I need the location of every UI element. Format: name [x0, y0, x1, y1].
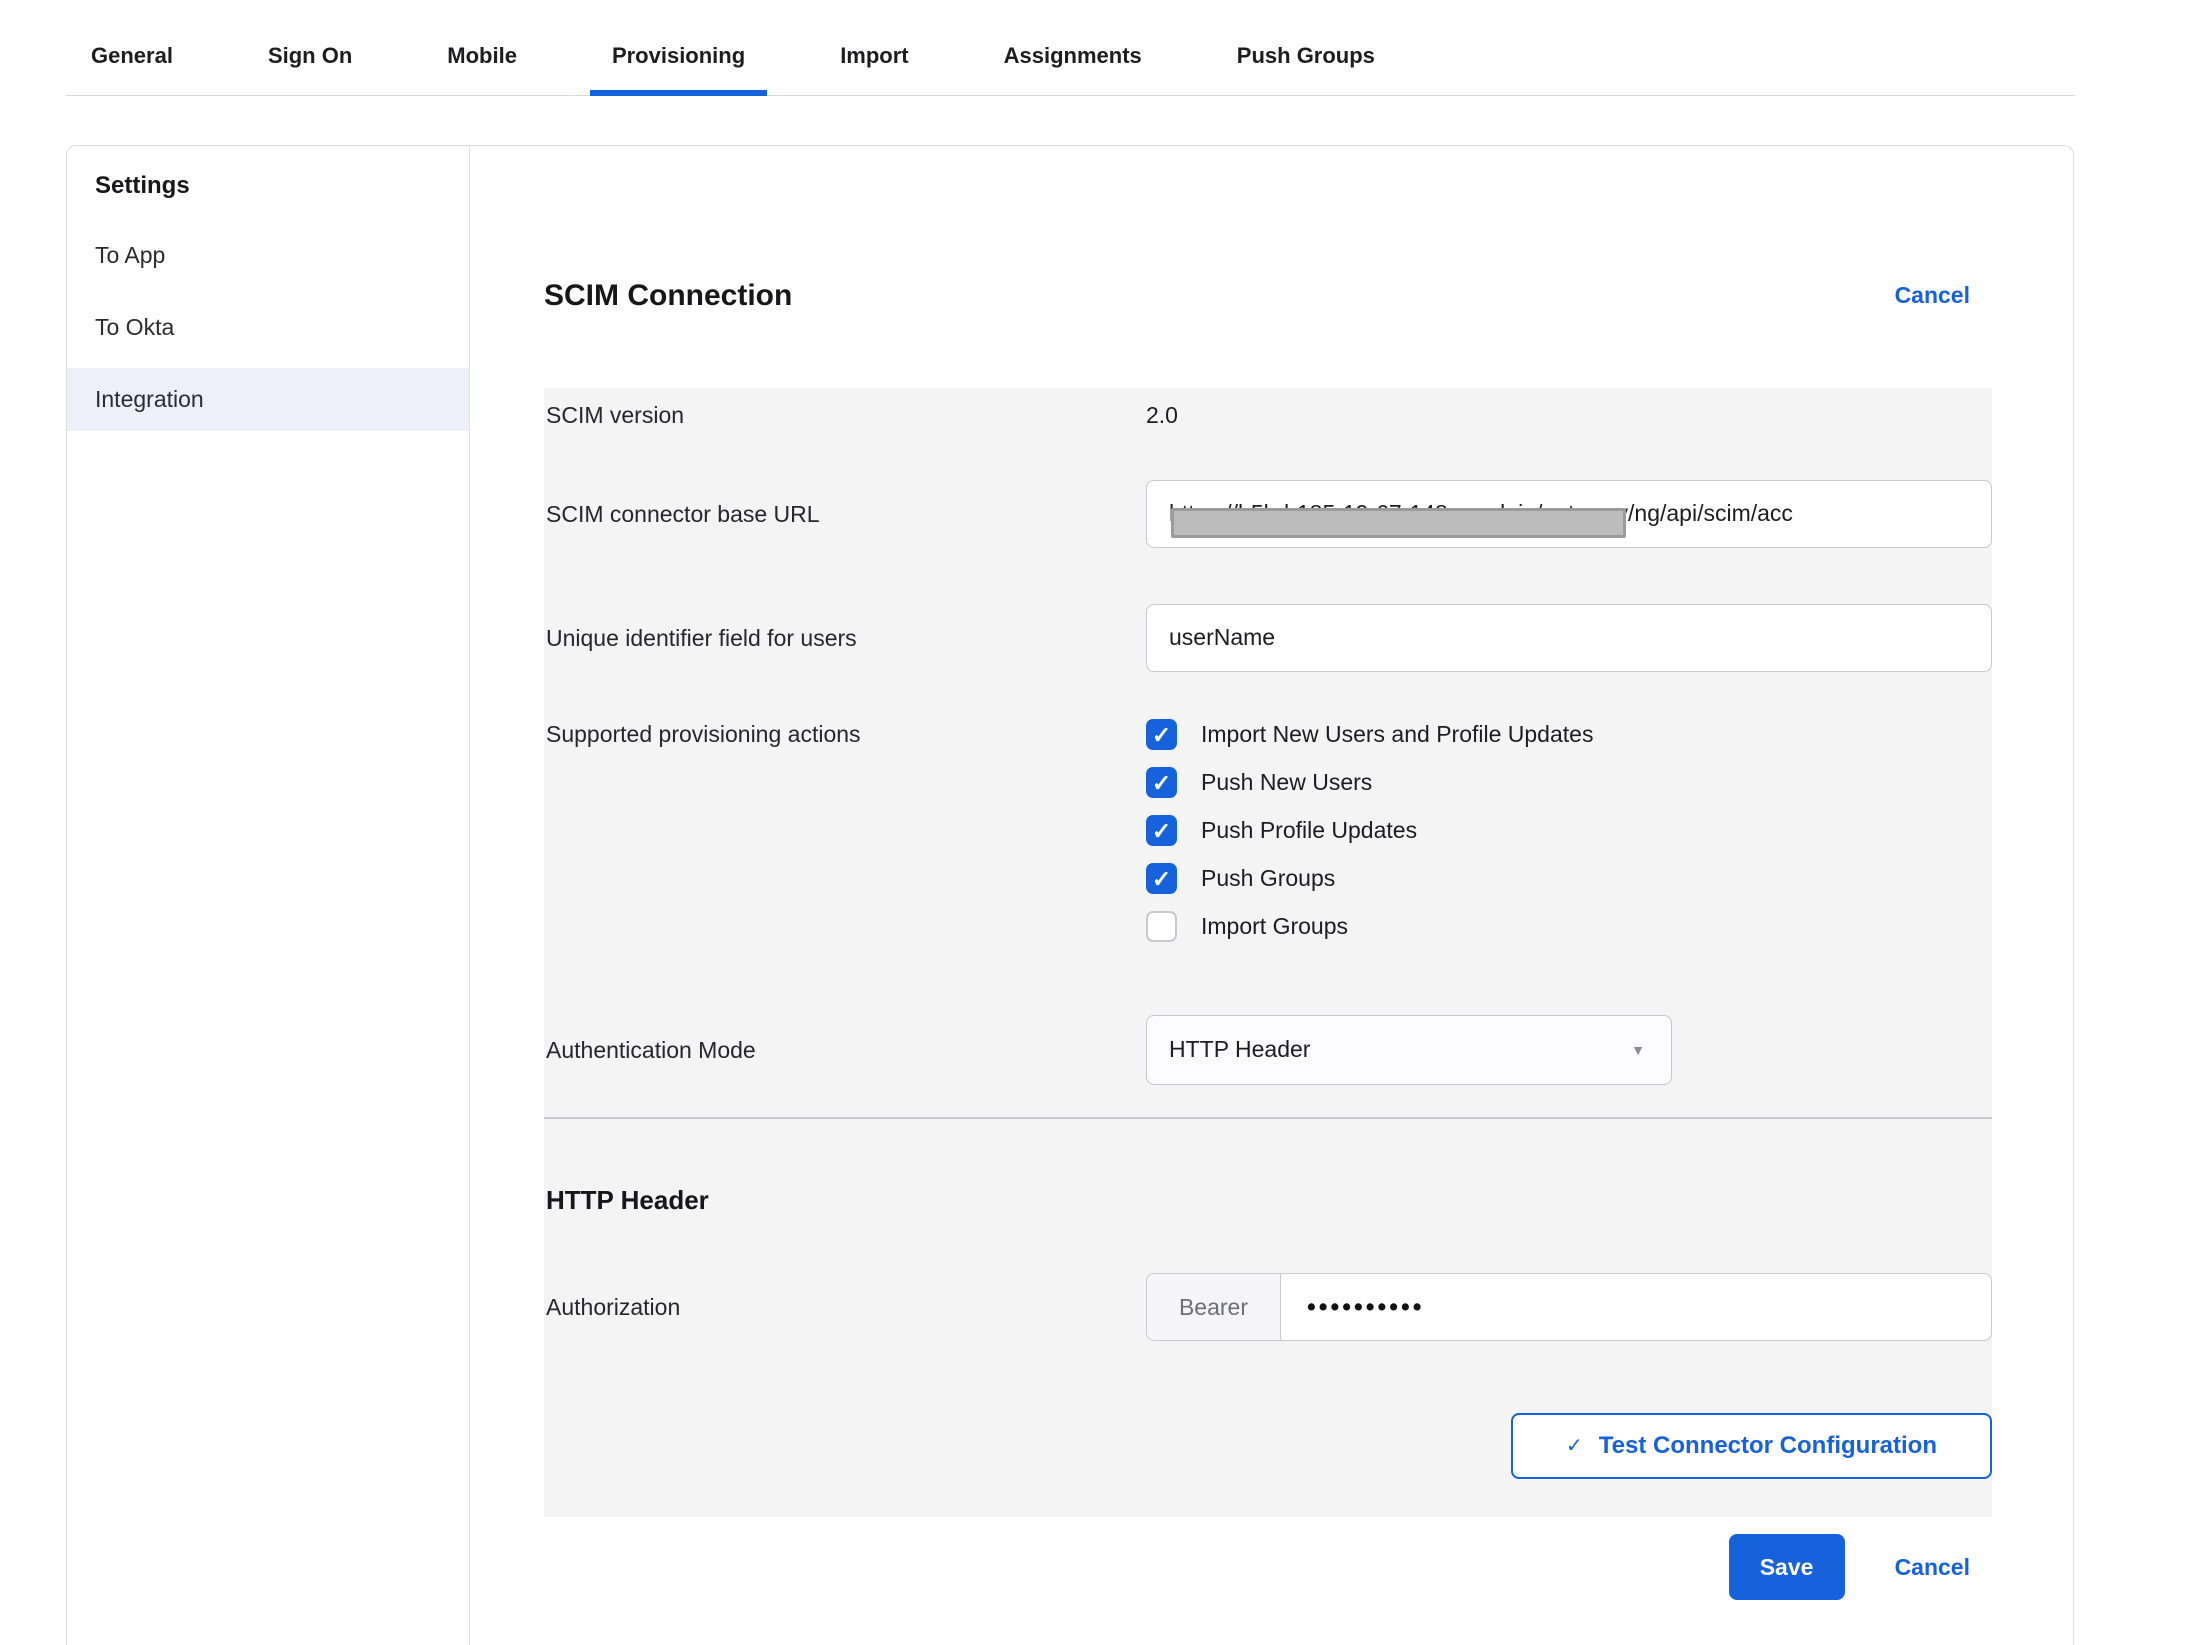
checkbox-import-groups[interactable]: ✓ — [1146, 911, 1177, 942]
tab-assignments[interactable]: Assignments — [1004, 43, 1142, 95]
checkbox-label: Push Groups — [1201, 865, 1335, 892]
provisioning-actions-row: Supported provisioning actions ✓ Import … — [544, 719, 1992, 942]
redaction-bar — [1171, 508, 1626, 538]
checkbox-row-import-groups[interactable]: ✓ Import Groups — [1146, 911, 1992, 942]
unique-id-input[interactable]: userName — [1146, 604, 1992, 672]
checkbox-row-push-profile-updates[interactable]: ✓ Push Profile Updates — [1146, 815, 1992, 846]
checkbox-push-profile-updates[interactable]: ✓ — [1146, 815, 1177, 846]
sidebar-item-integration[interactable]: Integration — [67, 368, 469, 431]
main-header: SCIM Connection Cancel — [544, 278, 1992, 314]
auth-mode-select[interactable]: HTTP Header ▼ — [1146, 1015, 1672, 1085]
scim-version-label: SCIM version — [544, 402, 1146, 429]
cancel-link-bottom[interactable]: Cancel — [1895, 1554, 1970, 1581]
scim-version-row: SCIM version 2.0 — [544, 388, 1992, 430]
checkbox-row-import-users[interactable]: ✓ Import New Users and Profile Updates — [1146, 719, 1992, 750]
scim-settings-panel: SCIM version 2.0 SCIM connector base URL… — [544, 388, 1992, 1517]
app-tab-bar: General Sign On Mobile Provisioning Impo… — [66, 0, 2075, 96]
checkbox-label: Import Groups — [1201, 913, 1348, 940]
scim-connection-page: General Sign On Mobile Provisioning Impo… — [0, 0, 2201, 1645]
check-icon: ✓ — [1148, 817, 1175, 844]
auth-mode-label: Authentication Mode — [544, 1037, 1146, 1064]
authorization-row: Authorization Bearer •••••••••• — [544, 1273, 1992, 1341]
test-connector-button[interactable]: ✓ Test Connector Configuration — [1511, 1413, 1992, 1479]
check-icon: ✓ — [1148, 769, 1175, 796]
main-content: SCIM Connection Cancel SCIM version 2.0 … — [471, 146, 2073, 1645]
tab-mobile[interactable]: Mobile — [447, 43, 517, 95]
auth-mode-row: Authentication Mode HTTP Header ▼ — [544, 1015, 1992, 1085]
provisioning-actions-label: Supported provisioning actions — [544, 719, 1146, 750]
checkbox-label: Push Profile Updates — [1201, 817, 1417, 844]
sidebar-title: Settings — [67, 146, 469, 200]
checkbox-push-new-users[interactable]: ✓ — [1146, 767, 1177, 798]
checkbox-label: Push New Users — [1201, 769, 1372, 796]
sidebar-item-to-okta[interactable]: To Okta — [67, 296, 469, 359]
sidebar-item-to-app[interactable]: To App — [67, 224, 469, 287]
check-icon: ✓ — [1566, 1436, 1583, 1456]
settings-card: Settings To App To Okta Integration SCIM… — [66, 145, 2074, 1645]
chevron-down-icon: ▼ — [1631, 1042, 1645, 1058]
tab-provisioning[interactable]: Provisioning — [612, 43, 745, 95]
sidebar-list: To App To Okta Integration — [67, 224, 469, 431]
provisioning-actions-list: ✓ Import New Users and Profile Updates ✓… — [1146, 719, 1992, 942]
authorization-input-group: Bearer •••••••••• — [1146, 1273, 1992, 1341]
base-url-row: SCIM connector base URL https://b5bd-185… — [544, 480, 1992, 548]
settings-sidebar: Settings To App To Okta Integration — [67, 146, 470, 1645]
tab-push-groups[interactable]: Push Groups — [1237, 43, 1375, 95]
http-header-section-title: HTTP Header — [546, 1185, 1992, 1216]
check-icon: ✓ — [1148, 721, 1175, 748]
page-title: SCIM Connection — [544, 278, 792, 314]
checkbox-push-groups[interactable]: ✓ — [1146, 863, 1177, 894]
checkbox-label: Import New Users and Profile Updates — [1201, 721, 1593, 748]
base-url-input[interactable]: https://b5bd-185-19-67-148.ngrok.io/gate… — [1146, 480, 1992, 548]
form-footer: Save Cancel — [544, 1534, 1992, 1600]
test-connector-label: Test Connector Configuration — [1599, 1432, 1937, 1460]
section-divider — [544, 1117, 1992, 1119]
tab-import[interactable]: Import — [840, 43, 908, 95]
authorization-label: Authorization — [544, 1294, 1146, 1321]
check-icon: ✓ — [1148, 865, 1175, 892]
checkbox-row-push-new-users[interactable]: ✓ Push New Users — [1146, 767, 1992, 798]
checkbox-import-users[interactable]: ✓ — [1146, 719, 1177, 750]
base-url-label: SCIM connector base URL — [544, 501, 1146, 528]
cancel-link-top[interactable]: Cancel — [1895, 278, 1992, 309]
tab-general[interactable]: General — [91, 43, 173, 95]
token-field[interactable]: •••••••••• — [1281, 1274, 1991, 1340]
save-button[interactable]: Save — [1729, 1534, 1845, 1600]
checkbox-row-push-groups[interactable]: ✓ Push Groups — [1146, 863, 1992, 894]
tab-sign-on[interactable]: Sign On — [268, 43, 352, 95]
scim-version-value: 2.0 — [1146, 402, 1992, 429]
unique-id-row: Unique identifier field for users userNa… — [544, 604, 1992, 672]
unique-id-label: Unique identifier field for users — [544, 625, 1146, 652]
auth-mode-value: HTTP Header — [1147, 1016, 1671, 1083]
test-connector-row: ✓ Test Connector Configuration — [544, 1413, 1992, 1479]
unique-id-value: userName — [1147, 605, 1991, 670]
bearer-prefix: Bearer — [1147, 1274, 1281, 1340]
